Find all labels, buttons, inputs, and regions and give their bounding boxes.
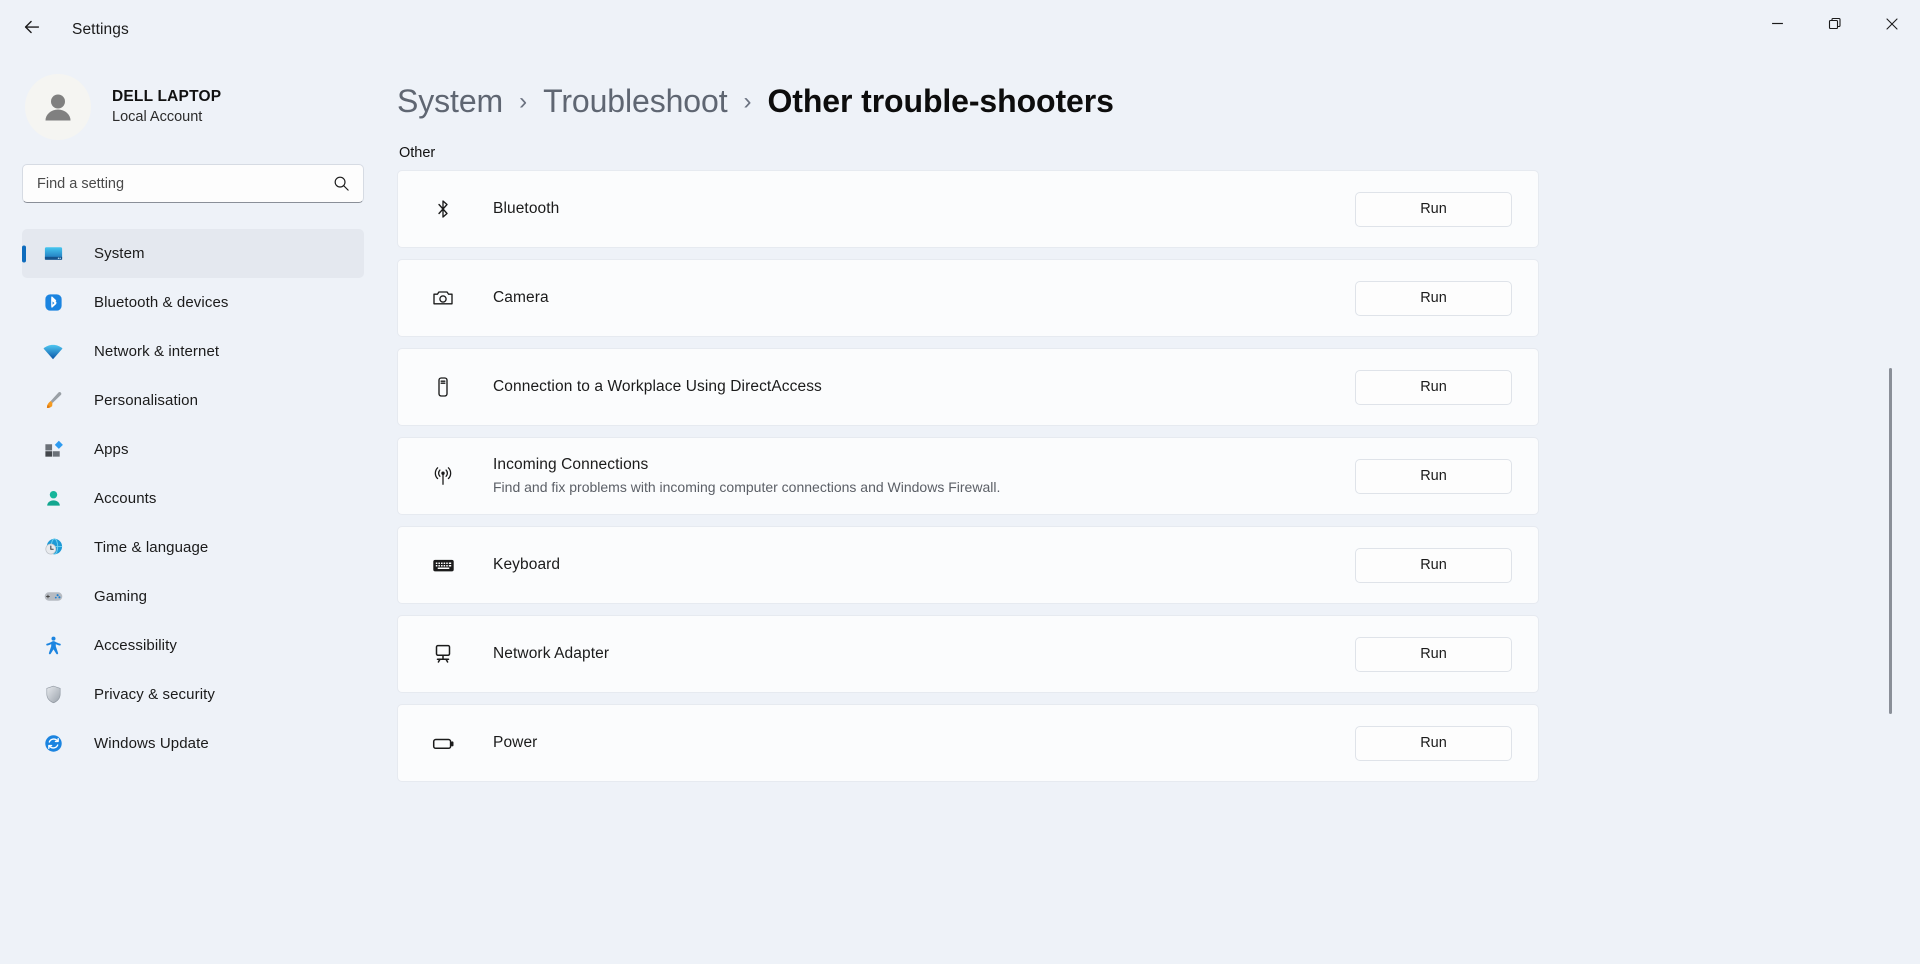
- broadcast-icon: [430, 463, 456, 489]
- troubleshooter-title: Power: [493, 733, 1355, 754]
- troubleshooter-row-directaccess[interactable]: Connection to a Workplace Using DirectAc…: [397, 348, 1539, 426]
- person-icon: [42, 488, 64, 510]
- app-shell: DELL LAPTOP Local Account: [0, 59, 1920, 964]
- sidebar-item-windows-update[interactable]: Windows Update: [22, 719, 364, 768]
- troubleshooter-description: Find and fix problems with incoming comp…: [493, 478, 1355, 498]
- person-avatar-icon: [38, 87, 78, 127]
- update-refresh-icon: [42, 733, 64, 755]
- breadcrumb-item-troubleshoot[interactable]: Troubleshoot: [543, 83, 727, 120]
- gamepad-icon: [42, 586, 64, 608]
- sidebar-item-apps[interactable]: Apps: [22, 425, 364, 474]
- sidebar-item-privacy-security[interactable]: Privacy & security: [22, 670, 364, 719]
- account-block[interactable]: DELL LAPTOP Local Account: [22, 74, 390, 140]
- run-button[interactable]: Run: [1355, 726, 1512, 761]
- troubleshooter-title: Keyboard: [493, 555, 1355, 576]
- sidebar-item-network-internet[interactable]: Network & internet: [22, 327, 364, 376]
- sidebar-item-label: Bluetooth & devices: [94, 294, 228, 311]
- run-button[interactable]: Run: [1355, 281, 1512, 316]
- bluetooth-icon: [42, 292, 64, 314]
- sidebar-item-personalisation[interactable]: Personalisation: [22, 376, 364, 425]
- device-outline-icon: [430, 374, 456, 400]
- maximize-button[interactable]: [1806, 0, 1863, 47]
- sidebar-item-label: Apps: [94, 441, 129, 458]
- run-button[interactable]: Run: [1355, 548, 1512, 583]
- breadcrumb-separator: ›: [744, 88, 752, 116]
- breadcrumb-separator: ›: [519, 88, 527, 116]
- breadcrumb-item-system[interactable]: System: [397, 83, 503, 120]
- content-scrollbar[interactable]: [1884, 139, 1898, 964]
- troubleshooter-list: Bluetooth Run Camera Run: [397, 170, 1920, 782]
- network-adapter-icon: [430, 641, 456, 667]
- section-label-other: Other: [399, 145, 1920, 161]
- run-button[interactable]: Run: [1355, 637, 1512, 672]
- title-bar: Settings: [0, 0, 1920, 59]
- troubleshooter-title: Network Adapter: [493, 644, 1355, 665]
- troubleshooter-row-power[interactable]: Power Run: [397, 704, 1539, 782]
- sidebar-item-label: Accessibility: [94, 637, 177, 654]
- troubleshooter-row-keyboard[interactable]: Keyboard Run: [397, 526, 1539, 604]
- scrollbar-thumb[interactable]: [1889, 368, 1892, 714]
- sidebar-item-accessibility[interactable]: Accessibility: [22, 621, 364, 670]
- troubleshooter-row-network-adapter[interactable]: Network Adapter Run: [397, 615, 1539, 693]
- troubleshooter-row-bluetooth[interactable]: Bluetooth Run: [397, 170, 1539, 248]
- sidebar-nav: System Bluetooth & devices: [22, 229, 390, 768]
- account-name: DELL LAPTOP: [112, 87, 221, 108]
- sidebar-item-label: Privacy & security: [94, 686, 215, 703]
- troubleshooter-title: Connection to a Workplace Using DirectAc…: [493, 377, 1355, 398]
- sidebar: DELL LAPTOP Local Account: [0, 59, 390, 964]
- back-button[interactable]: [10, 11, 54, 49]
- close-button[interactable]: [1863, 0, 1920, 47]
- close-icon: [1885, 17, 1899, 31]
- breadcrumb: System › Troubleshoot › Other trouble-sh…: [397, 69, 1920, 133]
- run-button[interactable]: Run: [1355, 370, 1512, 405]
- keyboard-icon: [430, 552, 456, 578]
- wifi-icon: [42, 341, 64, 363]
- sidebar-item-label: Windows Update: [94, 735, 209, 752]
- clock-globe-icon: [42, 537, 64, 559]
- run-button[interactable]: Run: [1355, 192, 1512, 227]
- sidebar-item-bluetooth-devices[interactable]: Bluetooth & devices: [22, 278, 364, 327]
- back-arrow-icon: [21, 16, 43, 43]
- minimize-icon: [1771, 17, 1784, 30]
- accessibility-icon: [42, 635, 64, 657]
- main-content: System › Troubleshoot › Other trouble-sh…: [390, 59, 1920, 964]
- search-box[interactable]: [22, 164, 364, 203]
- bluetooth-outline-icon: [430, 196, 456, 222]
- sidebar-item-label: Personalisation: [94, 392, 198, 409]
- window-controls: [1749, 0, 1920, 47]
- troubleshooter-title: Bluetooth: [493, 199, 1355, 220]
- battery-icon: [430, 730, 456, 756]
- troubleshooter-row-incoming-connections[interactable]: Incoming Connections Find and fix proble…: [397, 437, 1539, 515]
- troubleshooter-title: Camera: [493, 288, 1355, 309]
- monitor-icon: [42, 243, 64, 265]
- run-button[interactable]: Run: [1355, 459, 1512, 494]
- search-icon[interactable]: [333, 175, 350, 192]
- breadcrumb-item-current: Other trouble-shooters: [768, 83, 1114, 120]
- avatar: [25, 74, 91, 140]
- apps-blocks-icon: [42, 439, 64, 461]
- paintbrush-icon: [42, 390, 64, 412]
- sidebar-item-system[interactable]: System: [22, 229, 364, 278]
- search-input[interactable]: [23, 176, 363, 192]
- troubleshooter-title: Incoming Connections: [493, 455, 1355, 476]
- app-title: Settings: [72, 21, 129, 39]
- camera-outline-icon: [430, 285, 456, 311]
- sidebar-item-label: Accounts: [94, 490, 157, 507]
- sidebar-item-time-language[interactable]: Time & language: [22, 523, 364, 572]
- sidebar-item-label: Network & internet: [94, 343, 219, 360]
- sidebar-item-label: Time & language: [94, 539, 208, 556]
- sidebar-item-accounts[interactable]: Accounts: [22, 474, 364, 523]
- sidebar-item-label: Gaming: [94, 588, 147, 605]
- sidebar-item-gaming[interactable]: Gaming: [22, 572, 364, 621]
- minimize-button[interactable]: [1749, 0, 1806, 47]
- sidebar-item-label: System: [94, 245, 145, 262]
- account-type: Local Account: [112, 108, 221, 128]
- restore-icon: [1828, 17, 1842, 31]
- shield-icon: [42, 684, 64, 706]
- troubleshooter-row-camera[interactable]: Camera Run: [397, 259, 1539, 337]
